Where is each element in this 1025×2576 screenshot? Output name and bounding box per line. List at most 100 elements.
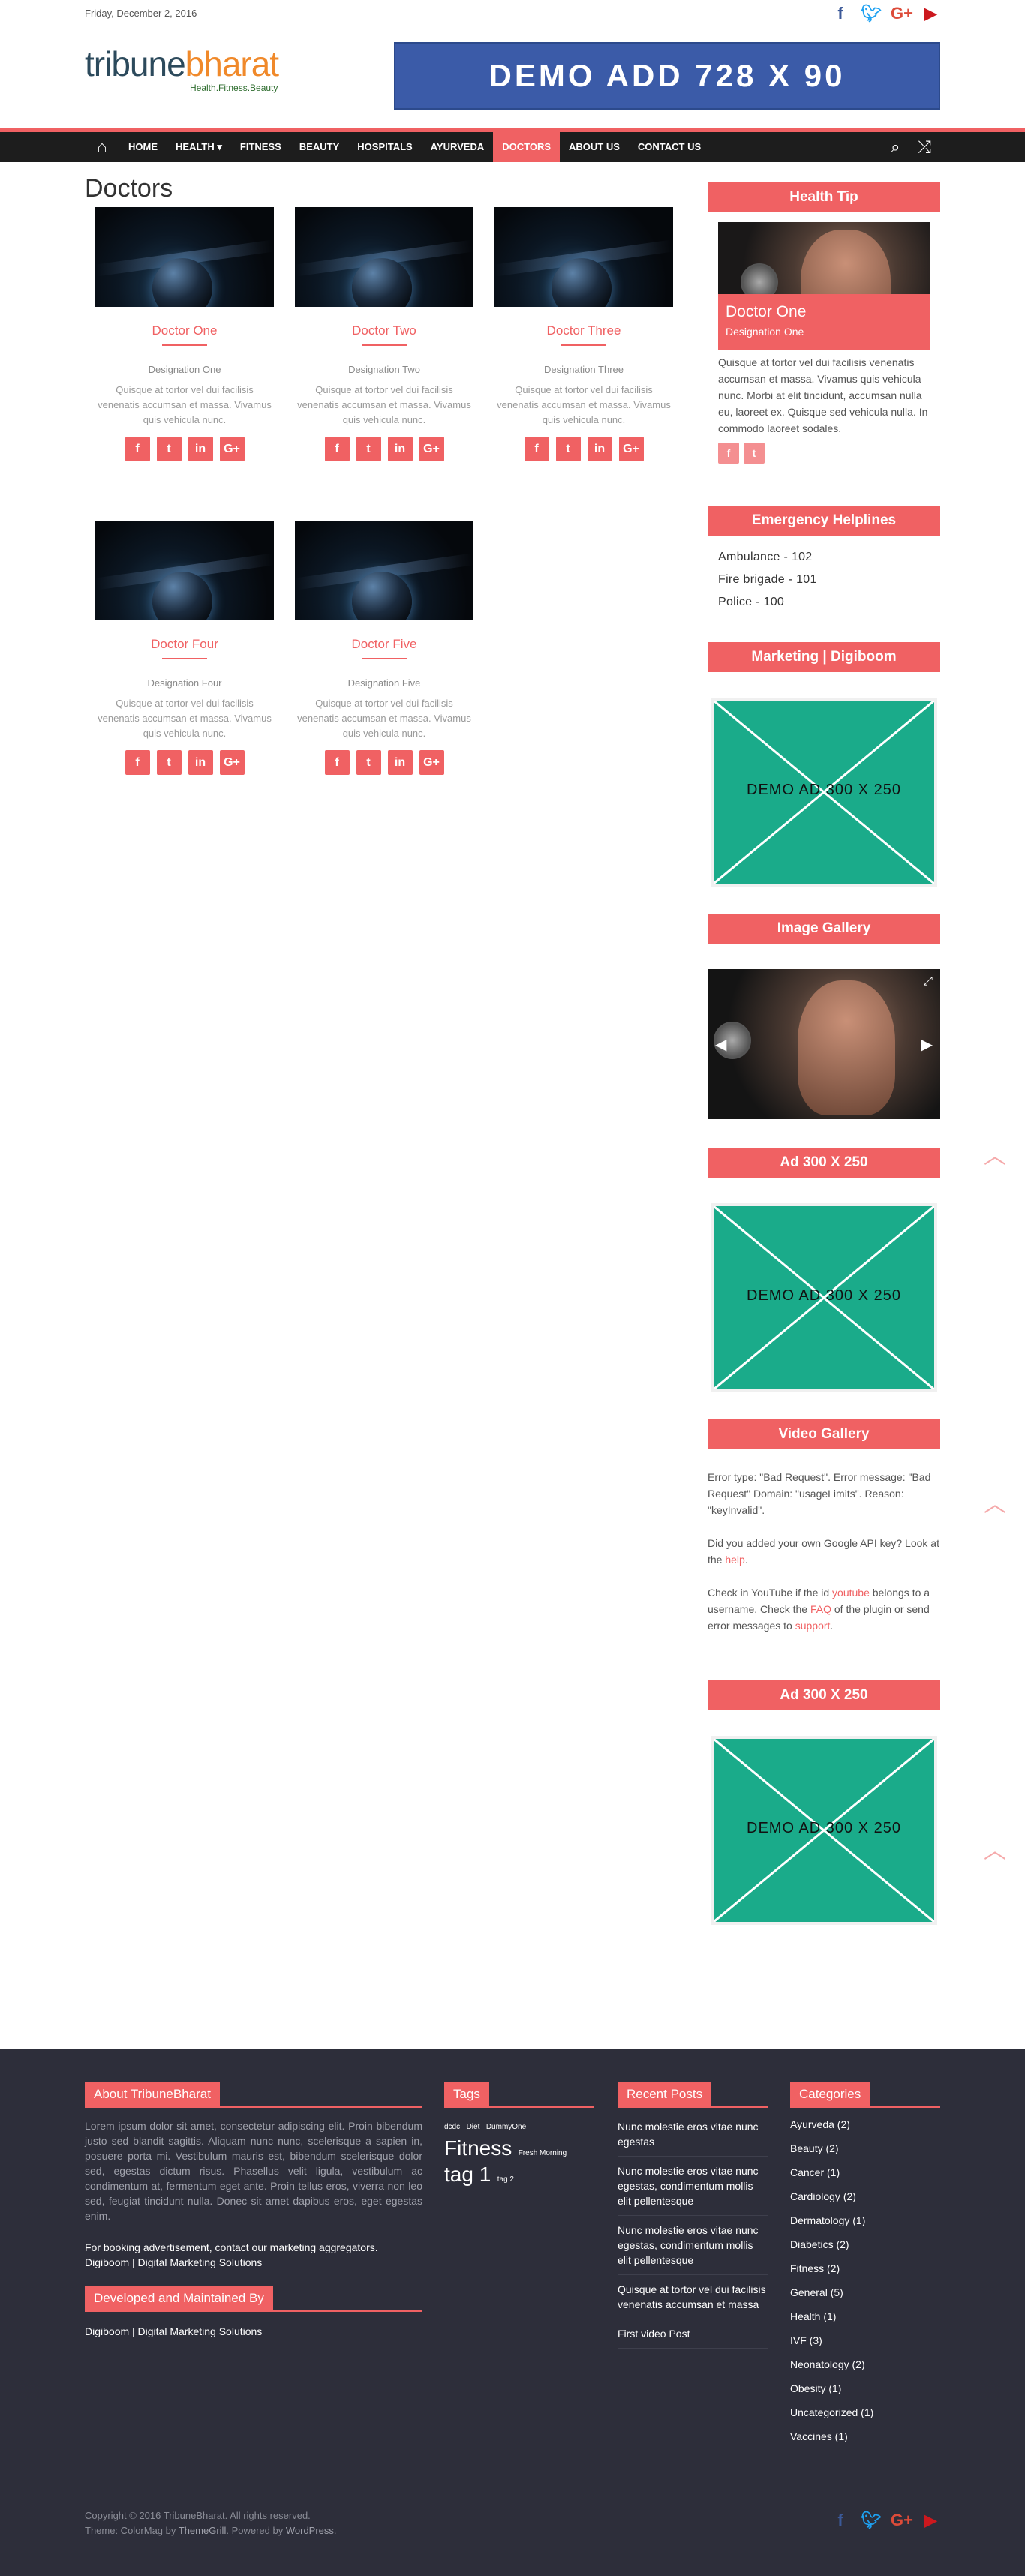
google-plus-icon[interactable]: G+ xyxy=(891,3,913,24)
wordpress-link[interactable]: WordPress xyxy=(286,2525,334,2536)
ad-300x250[interactable]: DEMO AD 300 X 250 xyxy=(711,698,937,887)
category-link[interactable]: Cancer (1) xyxy=(790,2160,940,2184)
help-link[interactable]: help xyxy=(725,1554,744,1566)
support-link[interactable]: support xyxy=(795,1620,831,1632)
doctor-name[interactable]: Doctor Two xyxy=(295,323,473,338)
nav-item-contact[interactable]: Contact Us xyxy=(629,132,710,162)
doctor-image[interactable] xyxy=(95,207,274,307)
nav-item-doctors[interactable]: Doctors xyxy=(493,132,561,162)
faq-link[interactable]: FAQ xyxy=(810,1603,831,1615)
doctor-name[interactable]: Doctor Five xyxy=(295,637,473,652)
google-plus-icon[interactable]: G+ xyxy=(219,437,245,461)
twitter-icon[interactable]: t xyxy=(356,750,381,775)
twitter-icon[interactable]: 🐦︎ xyxy=(861,2510,882,2531)
chevron-left-icon[interactable]: ◀ xyxy=(715,1035,726,1054)
search-icon[interactable]: ⌕ xyxy=(891,137,900,157)
nav-item-beauty[interactable]: Beauty xyxy=(290,132,348,162)
facebook-icon[interactable]: f xyxy=(324,750,350,775)
doctor-image[interactable] xyxy=(295,207,473,307)
linkedin-icon[interactable]: in xyxy=(188,437,213,461)
recent-post-link[interactable]: Nunc molestie eros vitae nunc egestas xyxy=(618,2112,768,2157)
facebook-icon[interactable]: f xyxy=(324,437,350,461)
nav-item-ayurveda[interactable]: Ayurveda xyxy=(422,132,494,162)
doctor-description: Quisque at tortor vel dui facilisis vene… xyxy=(98,384,272,425)
nav-item-fitness[interactable]: Fitness xyxy=(231,132,290,162)
themegrill-link[interactable]: ThemeGrill xyxy=(179,2525,227,2536)
header-ad-banner[interactable]: DEMO ADD 728 X 90 xyxy=(394,42,940,110)
category-link[interactable]: Diabetics (2) xyxy=(790,2232,940,2256)
category-link[interactable]: Health (1) xyxy=(790,2304,940,2328)
google-plus-icon[interactable]: G+ xyxy=(219,750,245,775)
recent-post-link[interactable]: Nunc molestie eros vitae nunc egestas, c… xyxy=(618,2216,768,2275)
category-link[interactable]: Vaccines (1) xyxy=(790,2424,940,2448)
tag-link[interactable]: dcdc xyxy=(444,2123,460,2131)
nav-item-health[interactable]: Health ▾ xyxy=(167,132,231,162)
twitter-icon[interactable]: t xyxy=(156,437,182,461)
category-link[interactable]: Fitness (2) xyxy=(790,2256,940,2280)
twitter-icon[interactable]: 🐦︎ xyxy=(861,3,882,24)
facebook-icon[interactable]: f xyxy=(125,750,150,775)
nav-item-about[interactable]: About Us xyxy=(560,132,629,162)
linkedin-icon[interactable]: in xyxy=(587,437,612,461)
nav-item-home[interactable]: Home xyxy=(119,132,167,162)
tag-link[interactable]: Fitness xyxy=(444,2136,512,2160)
twitter-icon[interactable]: t xyxy=(555,437,581,461)
category-link[interactable]: Beauty (2) xyxy=(790,2136,940,2160)
doctor-image[interactable] xyxy=(95,521,274,620)
doctor-name[interactable]: Doctor One xyxy=(95,323,274,338)
google-plus-icon[interactable]: G+ xyxy=(618,437,644,461)
scroll-up-icon[interactable]: ︿ xyxy=(980,1840,1010,1863)
tag-link[interactable]: DummyOne xyxy=(486,2123,526,2131)
home-icon[interactable]: ⌂ xyxy=(85,132,119,162)
twitter-icon[interactable]: t xyxy=(356,437,381,461)
linkedin-icon[interactable]: in xyxy=(387,750,413,775)
random-post-icon[interactable]: ⤮ xyxy=(918,137,931,157)
category-link[interactable]: Obesity (1) xyxy=(790,2376,940,2400)
tag-link[interactable]: Fresh Morning xyxy=(519,2149,567,2157)
doctor-image[interactable] xyxy=(295,521,473,620)
facebook-icon[interactable]: f xyxy=(831,2510,850,2531)
linkedin-icon[interactable]: in xyxy=(188,750,213,775)
category-link[interactable]: Ayurveda (2) xyxy=(790,2112,940,2136)
chevron-right-icon[interactable]: ▶ xyxy=(921,1035,933,1054)
facebook-icon[interactable]: f xyxy=(125,437,150,461)
recent-post-link[interactable]: Nunc molestie eros vitae nunc egestas, c… xyxy=(618,2157,768,2216)
chevron-down-icon: ▾ xyxy=(217,141,222,152)
category-link[interactable]: Dermatology (1) xyxy=(790,2208,940,2232)
doctor-name[interactable]: Doctor Four xyxy=(95,637,274,652)
tag-link[interactable]: Diet xyxy=(467,2123,480,2131)
facebook-icon[interactable]: f xyxy=(718,443,739,464)
youtube-icon[interactable]: ▶ xyxy=(921,3,940,24)
google-plus-icon[interactable]: G+ xyxy=(419,437,444,461)
scroll-up-icon[interactable]: ︿ xyxy=(980,1494,1010,1516)
tag-link[interactable]: tag 2 xyxy=(497,2175,514,2184)
tag-link[interactable]: tag 1 xyxy=(444,2163,491,2186)
google-plus-icon[interactable]: G+ xyxy=(891,2510,913,2531)
facebook-icon[interactable]: f xyxy=(524,437,549,461)
category-link[interactable]: Uncategorized (1) xyxy=(790,2400,940,2424)
doctor-name[interactable]: Doctor Three xyxy=(494,323,673,338)
category-link[interactable]: IVF (3) xyxy=(790,2328,940,2352)
google-plus-icon[interactable]: G+ xyxy=(419,750,444,775)
ad-300x250[interactable]: DEMO AD 300 X 250 xyxy=(711,1736,937,1925)
linkedin-icon[interactable]: in xyxy=(387,437,413,461)
nav-item-hospitals[interactable]: Hospitals xyxy=(348,132,421,162)
facebook-icon[interactable]: f xyxy=(831,3,850,24)
doctor-image[interactable] xyxy=(494,207,673,307)
expand-icon[interactable]: ⤢ xyxy=(923,975,933,989)
ad-300x250[interactable]: DEMO AD 300 X 250 xyxy=(711,1203,937,1392)
site-logo[interactable]: tribunebharat Health.Fitness.Beauty xyxy=(85,44,279,93)
twitter-icon[interactable]: t xyxy=(156,750,182,775)
doctor-designation: Designation Two xyxy=(348,364,420,375)
category-link[interactable]: Cardiology (2) xyxy=(790,2184,940,2208)
recent-post-link[interactable]: First video Post xyxy=(618,2319,768,2349)
scroll-up-icon[interactable]: ︿ xyxy=(980,1145,1010,1168)
category-link[interactable]: Neonatology (2) xyxy=(790,2352,940,2376)
health-tip-name[interactable]: Doctor One xyxy=(726,303,922,321)
youtube-icon[interactable]: ▶ xyxy=(921,2510,940,2531)
image-gallery[interactable]: ◀ ▶ ⤢ xyxy=(708,969,940,1119)
recent-post-link[interactable]: Quisque at tortor vel dui facilisis vene… xyxy=(618,2275,768,2319)
youtube-link[interactable]: youtube xyxy=(832,1587,870,1599)
category-link[interactable]: General (5) xyxy=(790,2280,940,2304)
twitter-icon[interactable]: t xyxy=(744,443,765,464)
